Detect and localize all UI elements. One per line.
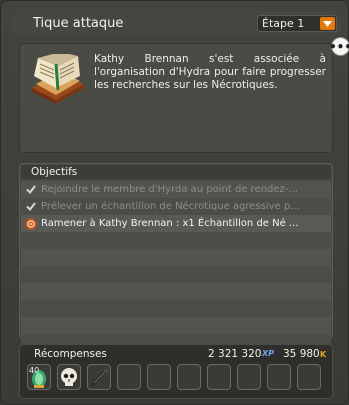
reward-slot-empty	[267, 364, 291, 390]
objective-row-empty	[21, 317, 331, 334]
more-options-button[interactable]: •••	[329, 37, 349, 56]
objective-row-empty	[21, 249, 331, 266]
kamas-value: 35 980	[283, 348, 320, 360]
rewards-box: Récompenses 2 321 320 XP 35 980 K 40	[19, 344, 333, 399]
objective-row-active[interactable]: Ramener à Kathy Brennan : x1 Échantillon…	[21, 215, 331, 232]
step-dropdown-label: Étape 1	[262, 17, 305, 30]
objectives-list: Rejoindre le membre d'Hyrda au point de …	[21, 181, 331, 351]
checkmark-icon	[25, 198, 37, 215]
item-quantity: 40	[29, 366, 40, 375]
xp-icon: XP	[262, 349, 275, 358]
ellipsis-icon: •••	[329, 39, 349, 54]
objective-label: Prélever un échantillon de Nécrotique ag…	[41, 201, 300, 212]
quest-description-box: Kathy Brennan s'est associée à l'organis…	[19, 43, 333, 153]
quest-description-text: Kathy Brennan s'est associée à l'organis…	[94, 53, 326, 91]
objective-row-empty	[21, 300, 331, 317]
reward-slot-empty	[207, 364, 231, 390]
objective-row-empty	[21, 232, 331, 249]
objectives-box: Objectifs Rejoindre le membre d'Hyrda au…	[19, 163, 333, 351]
chevron-down-icon[interactable]	[320, 17, 335, 30]
reward-slot-empty	[117, 364, 141, 390]
skull-item-icon	[61, 368, 77, 386]
objective-row[interactable]: Prélever un échantillon de Nécrotique ag…	[21, 198, 331, 215]
objective-row-empty	[21, 283, 331, 300]
target-icon	[25, 215, 37, 232]
xp-value: 2 321 320	[208, 348, 262, 360]
quest-title: Tique attaque	[33, 16, 124, 31]
reward-slot-empty	[147, 364, 171, 390]
objective-row-empty	[21, 266, 331, 283]
checkmark-icon	[25, 181, 37, 198]
reward-slot[interactable]	[87, 364, 111, 390]
quest-panel: Tique attaque Étape 1 Kathy Brennan s'es…	[0, 0, 349, 405]
rewards-label: Récompenses	[34, 348, 107, 360]
step-dropdown[interactable]: Étape 1	[257, 15, 337, 32]
weapon-item-icon	[90, 369, 108, 387]
objective-label: Rejoindre le membre d'Hyrda au point de …	[41, 184, 298, 195]
reward-slot-empty	[177, 364, 201, 390]
quest-book-icon	[32, 54, 84, 104]
kamas-icon: K	[320, 350, 327, 359]
objectives-header: Objectifs	[21, 165, 331, 179]
objective-row[interactable]: Rejoindre le membre d'Hyrda au point de …	[21, 181, 331, 198]
reward-slot-empty	[237, 364, 261, 390]
reward-slot-empty	[297, 364, 321, 390]
reward-slot[interactable]	[57, 364, 81, 390]
objective-label: Ramener à Kathy Brennan : x1 Échantillon…	[41, 218, 299, 229]
reward-slot[interactable]: 40	[27, 364, 51, 390]
